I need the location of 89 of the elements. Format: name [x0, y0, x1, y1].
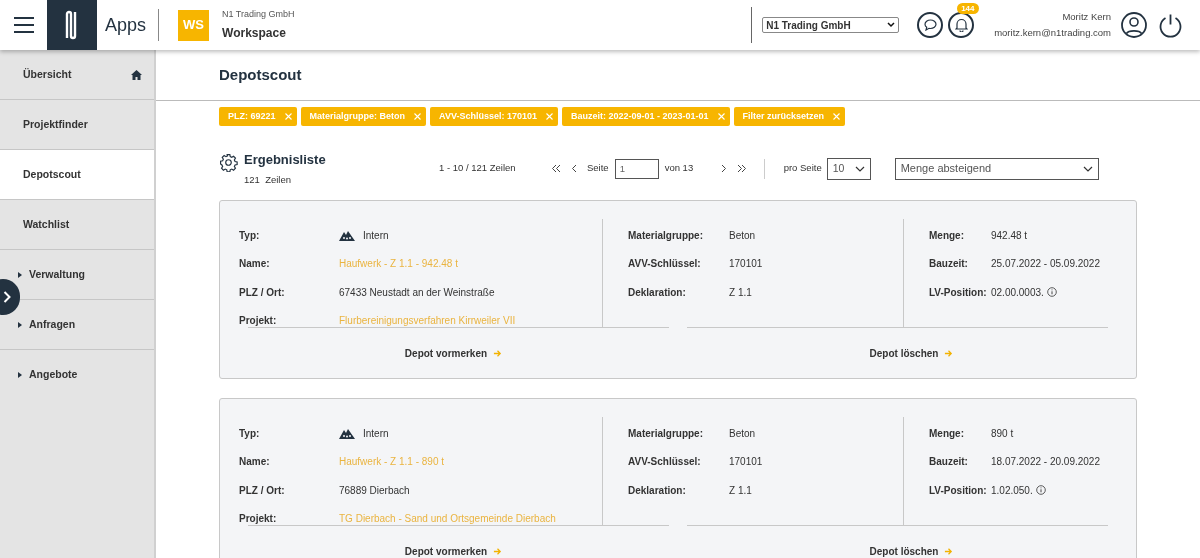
page-input[interactable]: 1	[614, 158, 659, 179]
arrow-icon	[944, 546, 954, 556]
depot-action-link[interactable]: Depot vormerken	[404, 345, 503, 361]
field-label: Menge:	[929, 426, 965, 441]
chevron-right-icon	[3, 291, 11, 303]
close-icon	[717, 113, 725, 120]
field-label: Name:	[239, 257, 271, 272]
home-icon	[131, 69, 142, 80]
previous-page-icon[interactable]	[571, 164, 577, 173]
field-value: Z 1.1	[729, 285, 752, 300]
sort-select[interactable]: Menge absteigend	[894, 157, 1099, 180]
arrow-icon	[944, 348, 954, 358]
field-label: Menge:	[929, 228, 965, 243]
field-value: Intern	[363, 426, 389, 441]
field-value: 25.07.2022 - 05.09.2022	[991, 257, 1100, 272]
chat-button[interactable]	[917, 12, 944, 38]
field-label: Typ:	[239, 426, 261, 441]
workspace-name: Workspace	[222, 24, 287, 42]
field-value: 942.48 t	[991, 228, 1028, 243]
speech-bubble-icon	[923, 19, 937, 31]
logo[interactable]	[47, 0, 97, 50]
page-label: Seite	[587, 161, 609, 176]
next-page-icon[interactable]	[720, 164, 727, 173]
page-count: von 13	[664, 161, 695, 176]
field-label: AVV-Schlüssel:	[628, 257, 702, 272]
field-value: Beton	[729, 426, 756, 441]
field-label: Deklaration:	[628, 483, 687, 498]
close-icon	[545, 113, 553, 120]
info-icon[interactable]	[1046, 287, 1057, 298]
company-name: N1 Trading GmbH	[222, 8, 295, 22]
per-page-label: pro Seite	[783, 161, 822, 176]
depot-action-link[interactable]: Depot löschen	[869, 345, 954, 361]
notification-badge: 144	[957, 3, 979, 14]
chevron-down-icon	[1082, 165, 1093, 172]
user-email: moritz.kern@n1trading.com	[994, 26, 1111, 40]
arrow-icon	[493, 348, 503, 358]
field-label: Materialgruppe:	[628, 426, 704, 441]
apps-label: Apps	[105, 13, 147, 37]
field-label: PLZ / Ort:	[239, 483, 286, 498]
field-label: Materialgruppe:	[628, 228, 704, 243]
depot-action-link[interactable]: Depot vormerken	[404, 543, 503, 558]
mountain-icon	[339, 229, 355, 241]
close-icon	[414, 113, 422, 120]
field-value: 18.07.2022 - 20.09.2022	[991, 455, 1100, 470]
field-value: Z 1.1	[729, 483, 752, 498]
results-count: 121 Zeilen	[244, 172, 292, 187]
bell-icon	[954, 18, 968, 32]
per-page-select[interactable]: 10	[826, 157, 871, 180]
first-page-icon[interactable]	[551, 164, 561, 173]
field-label: LV-Position:	[929, 483, 988, 498]
chevron-down-icon	[887, 22, 896, 28]
results-range: 1 - 10 / 121 Zeilen	[439, 161, 517, 176]
info-icon[interactable]	[1035, 485, 1046, 496]
field-value: Intern	[363, 228, 389, 243]
field-label: Bauzeit:	[929, 257, 969, 272]
field-value: 890 t	[991, 426, 1014, 441]
menu-icon	[13, 17, 34, 33]
page-title: Depotscout	[219, 64, 302, 85]
workspace-badge: WS	[178, 9, 210, 41]
field-label: LV-Position:	[929, 285, 988, 300]
field-label: Name:	[239, 455, 271, 470]
field-label: Deklaration:	[628, 285, 687, 300]
depot-action-link[interactable]: Depot löschen	[869, 543, 954, 558]
field-value: 67433 Neustadt an der Weinstraße	[339, 285, 495, 300]
close-icon	[284, 113, 292, 120]
field-value: 02.00.0003.	[991, 285, 1044, 300]
field-label: PLZ / Ort:	[239, 285, 286, 300]
field-label: Typ:	[239, 228, 261, 243]
last-page-icon[interactable]	[736, 164, 747, 173]
arrow-icon	[493, 546, 503, 556]
field-value: 170101	[729, 455, 763, 470]
field-label: Bauzeit:	[929, 455, 969, 470]
settings-icon[interactable]	[219, 153, 238, 172]
field-value: Beton	[729, 228, 756, 243]
power-icon[interactable]	[1158, 12, 1183, 38]
user-name: Moritz Kern	[1062, 9, 1111, 24]
field-label: Projekt:	[239, 512, 278, 527]
results-title: Ergebnisliste	[244, 151, 327, 170]
company-select[interactable]: N1 Trading GmbH	[762, 17, 900, 33]
field-value: 1.02.050.	[991, 483, 1033, 498]
sidebar-item[interactable]: Depotscout	[0, 150, 154, 200]
field-value: 170101	[729, 257, 763, 272]
field-label: Projekt:	[239, 314, 278, 329]
chevron-down-icon	[854, 165, 865, 172]
mountain-icon	[339, 427, 355, 439]
close-icon	[833, 113, 841, 120]
field-label: AVV-Schlüssel:	[628, 455, 702, 470]
field-value: 76889 Dierbach	[339, 483, 410, 498]
user-icon[interactable]	[1121, 12, 1147, 38]
